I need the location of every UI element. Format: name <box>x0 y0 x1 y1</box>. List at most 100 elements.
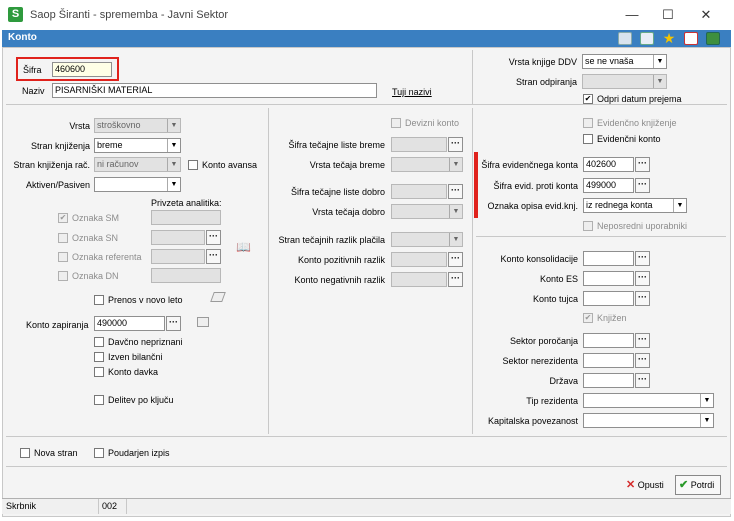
konto-avansa-checkbox[interactable] <box>188 160 198 170</box>
app-icon: S <box>8 7 23 22</box>
sifra-proti-input[interactable]: 499000 <box>583 178 634 193</box>
naziv-input[interactable]: PISARNIŠKI MATERIAL <box>52 83 377 98</box>
davcno-nepriznani-checkbox[interactable] <box>94 337 104 347</box>
konto-es-input[interactable] <box>583 271 634 286</box>
export-icon[interactable] <box>706 32 720 45</box>
chevron-down-icon: ▼ <box>700 414 713 427</box>
nova-stran-checkbox[interactable] <box>20 448 30 458</box>
link-icon[interactable] <box>197 317 209 327</box>
stran-knjizenja-rac-select[interactable]: ni računov ▼ <box>94 157 181 172</box>
stran-odpiranja-select[interactable]: ▼ <box>582 74 667 89</box>
prenos-checkbox[interactable] <box>94 295 104 305</box>
sifra-breme-browse-button[interactable]: ··· <box>448 137 463 152</box>
oznaka-referenta-checkbox[interactable] <box>58 252 68 262</box>
stran-knjizenja-rac-label: Stran knjiženja rač. <box>13 160 90 170</box>
sektor-nerezidenta-input[interactable] <box>583 353 634 368</box>
stran-razlik-label: Stran tečajnih razlik plačila <box>278 235 385 245</box>
kapitalska-povezanost-select[interactable]: ▼ <box>583 413 714 428</box>
sektor-porocanja-browse-button[interactable]: ··· <box>635 333 650 348</box>
odpri-datum-checkbox[interactable]: ✔ <box>583 94 593 104</box>
konto-es-browse-button[interactable]: ··· <box>635 271 650 286</box>
oznaka-referenta-input[interactable] <box>151 249 205 264</box>
oznaka-sn-input[interactable] <box>151 230 205 245</box>
neposredni-checkbox[interactable] <box>583 221 593 231</box>
kapitalska-povezanost-label: Kapitalska povezanost <box>487 416 578 426</box>
sifra-evid-input[interactable]: 402600 <box>583 157 634 172</box>
edit-icon[interactable] <box>618 32 632 45</box>
konto-konsolidacije-browse-button[interactable]: ··· <box>635 251 650 266</box>
konto-davka-checkbox[interactable] <box>94 367 104 377</box>
devizni-konto-checkbox[interactable] <box>391 118 401 128</box>
sektor-porocanja-input[interactable] <box>583 333 634 348</box>
stran-knjizenja-rac-value: ni računov <box>97 159 139 169</box>
vrsta-dobro-select[interactable]: ▼ <box>391 204 463 219</box>
oznaka-sm-checkbox[interactable]: ✔ <box>58 213 68 223</box>
star-icon[interactable]: ★ <box>662 31 676 45</box>
status-user: Skrbnik <box>6 501 37 511</box>
drzava-input[interactable] <box>583 373 634 388</box>
konto-es-label: Konto ES <box>539 274 578 284</box>
vrsta-select[interactable]: stroškovno ▼ <box>94 118 181 133</box>
konto-zapiranja-browse-button[interactable]: ··· <box>166 316 181 331</box>
oznaka-sn-checkbox[interactable] <box>58 233 68 243</box>
calendar-icon[interactable] <box>640 32 654 45</box>
konto-konsolidacije-input[interactable] <box>583 251 634 266</box>
konto-tujca-browse-button[interactable]: ··· <box>635 291 650 306</box>
divider <box>6 436 727 437</box>
oznaka-referenta-browse-button[interactable]: ··· <box>206 249 221 264</box>
chevron-down-icon: ▼ <box>653 75 666 88</box>
stran-razlik-select[interactable]: ▼ <box>391 232 463 247</box>
evidencno-knjizenje-checkbox[interactable] <box>583 118 593 128</box>
vrsta-dobro-label: Vrsta tečaja dobro <box>312 207 385 217</box>
opusti-button[interactable]: ✕ Opusti <box>626 476 672 496</box>
book-icon[interactable]: 📖 <box>236 240 251 254</box>
drzava-browse-button[interactable]: ··· <box>635 373 650 388</box>
konto-zapiranja-input[interactable]: 490000 <box>94 316 165 331</box>
sifra-evid-browse-button[interactable]: ··· <box>635 157 650 172</box>
minimize-button[interactable]: — <box>616 4 648 26</box>
delete-icon[interactable] <box>684 32 698 45</box>
poudarjen-izpis-checkbox[interactable] <box>94 448 104 458</box>
davcno-nepriznani-label: Davčno nepriznani <box>108 337 183 347</box>
konto-davka-label: Konto davka <box>108 367 159 377</box>
izven-bilancni-checkbox[interactable] <box>94 352 104 362</box>
konto-negativnih-input[interactable] <box>391 272 447 287</box>
sifra-dobro-browse-button[interactable]: ··· <box>448 184 463 199</box>
evidencni-konto-checkbox[interactable] <box>583 134 593 144</box>
maximize-button[interactable]: ☐ <box>652 4 684 26</box>
divider <box>126 499 127 514</box>
oznaka-sn-browse-button[interactable]: ··· <box>206 230 221 245</box>
potrdi-button[interactable]: ✔ Potrdi <box>675 475 721 495</box>
chevron-down-icon: ▼ <box>167 119 180 132</box>
chevron-down-icon: ▼ <box>449 158 462 171</box>
check-icon: ✔ <box>679 479 689 491</box>
chevron-down-icon: ▼ <box>167 178 180 191</box>
vrsta-knjige-ddv-select[interactable]: se ne vnaša ▼ <box>582 54 667 69</box>
konto-tujca-input[interactable] <box>583 291 634 306</box>
sifra-proti-browse-button[interactable]: ··· <box>635 178 650 193</box>
konto-negativnih-browse-button[interactable]: ··· <box>448 272 463 287</box>
stran-knjizenja-select[interactable]: breme ▼ <box>94 138 181 153</box>
oznaka-opisa-select[interactable]: iz rednega konta ▼ <box>583 198 687 213</box>
oznaka-sm-label: Oznaka SM <box>72 213 120 223</box>
sifra-dobro-input[interactable] <box>391 184 447 199</box>
oznaka-dn-input[interactable] <box>151 268 221 283</box>
knjizen-checkbox[interactable]: ✔ <box>583 313 593 323</box>
oznaka-sm-input[interactable] <box>151 210 221 225</box>
divider <box>472 50 473 104</box>
oznaka-dn-checkbox[interactable] <box>58 271 68 281</box>
drzava-label: Država <box>549 376 578 386</box>
delitev-label: Delitev po ključu <box>108 395 174 405</box>
konto-pozitivnih-browse-button[interactable]: ··· <box>448 252 463 267</box>
tuji-nazivi-link[interactable]: Tuji nazivi <box>392 87 432 97</box>
vrsta-breme-select[interactable]: ▼ <box>391 157 463 172</box>
konto-pozitivnih-input[interactable] <box>391 252 447 267</box>
sifra-breme-input[interactable] <box>391 137 447 152</box>
divider <box>98 499 99 514</box>
tip-rezidenta-select[interactable]: ▼ <box>583 393 714 408</box>
delitev-checkbox[interactable] <box>94 395 104 405</box>
stran-knjizenja-value: breme <box>97 140 123 150</box>
sektor-nerezidenta-browse-button[interactable]: ··· <box>635 353 650 368</box>
close-button[interactable]: ✕ <box>690 4 722 26</box>
aktiven-pasiven-select[interactable]: ▼ <box>94 177 181 192</box>
